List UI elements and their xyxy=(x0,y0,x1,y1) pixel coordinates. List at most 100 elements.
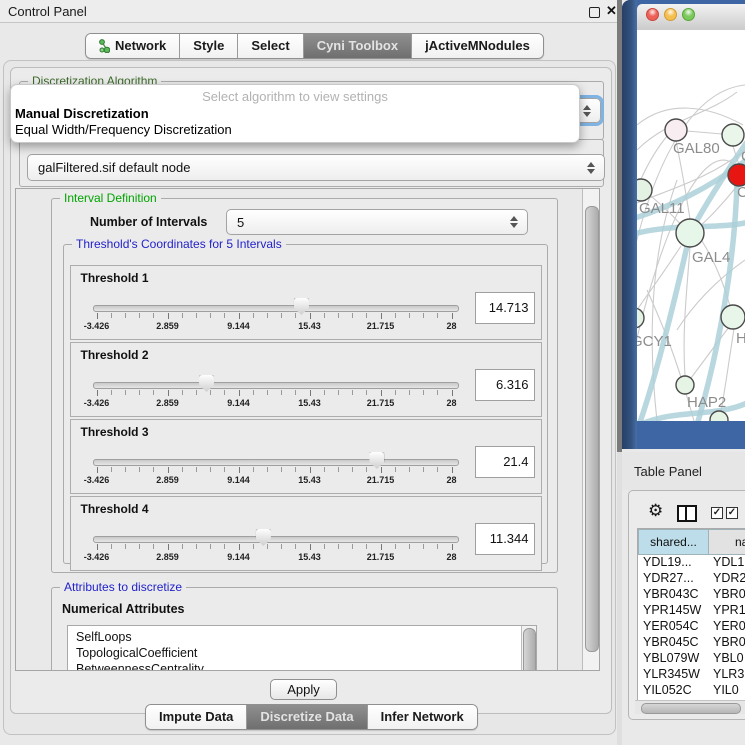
network-node-gcy1[interactable] xyxy=(637,308,644,328)
threshold-slider-track[interactable] xyxy=(93,459,459,466)
threshold-slider-track[interactable] xyxy=(93,536,459,543)
tick-mark xyxy=(97,467,98,473)
network-window-titlebar[interactable] xyxy=(637,4,745,31)
tab-label: Impute Data xyxy=(159,705,233,729)
number-of-intervals-combobox[interactable]: 5 xyxy=(226,209,528,235)
table-row[interactable]: YER054CYER0 xyxy=(638,618,745,634)
cell-name: YBR0 xyxy=(708,634,745,650)
tick-mark xyxy=(97,544,98,550)
split-columns-icon[interactable] xyxy=(677,505,697,522)
network-canvas[interactable]: GAL80GACGAL11GAL4GCY1HHAP2 xyxy=(637,30,745,421)
tick-mark xyxy=(324,544,325,549)
list-item[interactable]: BetweennessCentrality xyxy=(68,661,536,671)
tick-mark xyxy=(253,313,254,318)
list-item[interactable]: TopologicalCoefficient xyxy=(68,645,536,661)
panel-scrollbar-track[interactable] xyxy=(582,189,600,670)
tick-mark xyxy=(310,544,311,550)
tick-mark xyxy=(210,544,211,549)
table-row[interactable]: YBR043CYBR0 xyxy=(638,586,745,602)
float-window-icon[interactable] xyxy=(589,7,600,18)
list-scrollbar-track[interactable] xyxy=(521,626,536,671)
tick-mark xyxy=(139,390,140,395)
tick-mark xyxy=(182,390,183,395)
tick-mark xyxy=(437,467,438,472)
table-row[interactable]: YLR345WYLR3 xyxy=(638,666,745,682)
minimize-light[interactable] xyxy=(664,8,677,21)
tab-network[interactable]: Network xyxy=(86,34,180,58)
tab-label: jActiveMNodules xyxy=(425,34,530,58)
tick-mark xyxy=(281,390,282,395)
numerical-attributes-list[interactable]: SelfLoopsTopologicalCoefficientBetweenne… xyxy=(67,625,537,671)
column-header-shared-name[interactable]: shared... xyxy=(638,529,709,555)
checkbox-icon[interactable]: ✓ xyxy=(711,507,723,519)
tick-mark xyxy=(224,467,225,472)
threshold-slider-track[interactable] xyxy=(93,382,459,389)
tick-label: 9.144 xyxy=(213,475,265,485)
tick-mark xyxy=(125,313,126,318)
threshold-label: Threshold 1 xyxy=(81,271,149,285)
table-data-combobox[interactable]: galFiltered.sif default node xyxy=(27,154,605,181)
checkbox-icon[interactable]: ✓ xyxy=(726,507,738,519)
apply-button[interactable]: Apply xyxy=(270,679,337,700)
gear-icon[interactable]: ⚙ xyxy=(648,502,663,519)
table-row[interactable]: YIL052CYIL0 xyxy=(638,682,745,694)
network-graph-icon xyxy=(99,39,110,53)
threshold-row: Threshold 2-3.4262.8599.14415.4321.71528… xyxy=(70,342,542,417)
close-icon[interactable]: ✕ xyxy=(606,3,617,19)
table-hscrollbar-thumb[interactable] xyxy=(641,703,741,714)
settings-scrollpane: Interval Definition Number of Intervals … xyxy=(15,188,600,671)
tab-impute-data[interactable]: Impute Data xyxy=(146,705,247,729)
tick-mark xyxy=(253,467,254,472)
network-node-gal11[interactable] xyxy=(637,179,652,201)
node-table[interactable]: shared... na YDL19...YDL1YDR27...YDR2YBR… xyxy=(637,528,745,705)
control-panel-titlebar: Control Panel ✕ xyxy=(0,0,617,23)
threshold-value-field[interactable]: 6.316 xyxy=(475,369,535,401)
table-row[interactable]: YPR145WYPR1 xyxy=(638,602,745,618)
popup-option-equal-width[interactable]: Equal Width/Frequency Discretization xyxy=(15,122,232,137)
table-row[interactable]: YBL079WYBL0 xyxy=(638,650,745,666)
close-light[interactable] xyxy=(646,8,659,21)
tick-mark xyxy=(224,313,225,318)
threshold-value-field[interactable]: 14.713 xyxy=(475,292,535,324)
threshold-slider-handle[interactable] xyxy=(369,452,384,469)
panel-scrollbar-thumb[interactable] xyxy=(585,206,599,652)
tick-mark xyxy=(182,467,183,472)
tab-discretize-data[interactable]: Discretize Data xyxy=(247,705,367,729)
network-node-gal4[interactable] xyxy=(676,219,704,247)
threshold-row: Threshold 4-3.4262.8599.14415.4321.71528… xyxy=(70,496,542,571)
threshold-slider-handle[interactable] xyxy=(256,529,271,546)
network-node[interactable] xyxy=(728,164,745,186)
tab-cyni-toolbox[interactable]: Cyni Toolbox xyxy=(304,34,412,58)
tick-mark xyxy=(381,390,382,396)
threshold-slider-track[interactable] xyxy=(93,305,459,312)
table-row[interactable]: YDL19...YDL1 xyxy=(638,554,745,570)
network-node-h[interactable] xyxy=(721,305,745,329)
tick-mark xyxy=(139,313,140,318)
tick-mark xyxy=(366,390,367,395)
threshold-row: Threshold 1-3.4262.8599.14415.4321.71528… xyxy=(70,265,542,340)
network-node-gal80[interactable] xyxy=(665,119,687,141)
list-item[interactable]: SelfLoops xyxy=(68,629,536,645)
popup-option-manual[interactable]: Manual Discretization xyxy=(15,106,149,121)
attributes-group-title: Attributes to discretize xyxy=(60,580,186,594)
tab-jactivemnodules[interactable]: jActiveMNodules xyxy=(412,34,543,58)
zoom-light[interactable] xyxy=(682,8,695,21)
list-scrollbar-thumb[interactable] xyxy=(523,628,536,671)
threshold-slider-handle[interactable] xyxy=(199,375,214,392)
table-row[interactable]: YBR045CYBR0 xyxy=(638,634,745,650)
tab-style[interactable]: Style xyxy=(180,34,238,58)
tick-label: 15.43 xyxy=(284,398,336,408)
tick-mark xyxy=(267,390,268,395)
tick-mark xyxy=(153,544,154,549)
tab-select[interactable]: Select xyxy=(238,34,303,58)
tab-infer-network[interactable]: Infer Network xyxy=(368,705,477,729)
threshold-value-field[interactable]: 11.344 xyxy=(475,523,535,555)
tick-mark xyxy=(196,467,197,472)
table-hscrollbar-track[interactable] xyxy=(635,700,745,714)
table-row[interactable]: YDR27...YDR2 xyxy=(638,570,745,586)
network-node[interactable] xyxy=(722,124,744,146)
network-thick-edge xyxy=(697,182,737,421)
threshold-value-field[interactable]: 21.4 xyxy=(475,446,535,478)
network-node-hap2[interactable] xyxy=(676,376,694,394)
column-header-name[interactable]: na xyxy=(708,529,745,555)
